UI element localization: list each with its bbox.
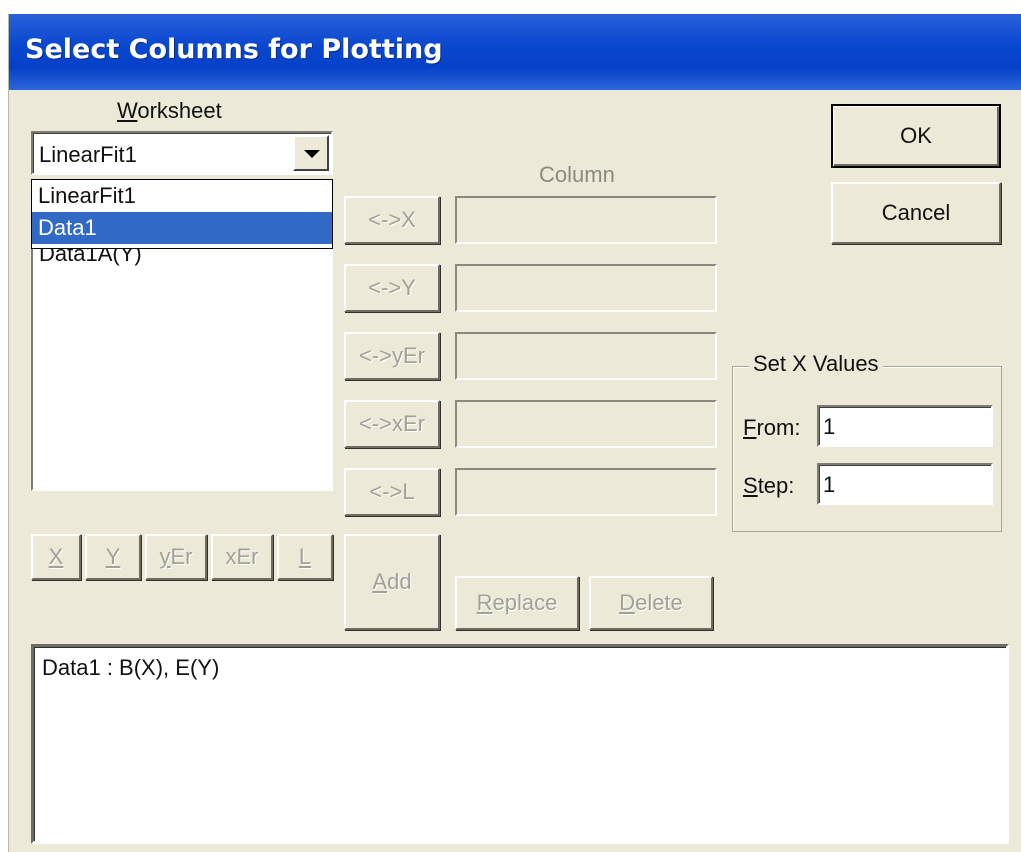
column-l-field [455,468,717,516]
assign-l-button[interactable]: <->L [344,468,440,516]
ok-button[interactable]: OK [831,104,1001,168]
column-x-field [455,196,717,244]
step-input[interactable]: 1 [817,463,993,505]
dialog-title: Select Columns for Plotting [25,34,443,65]
worksheet-selected-value: LinearFit1 [39,142,137,167]
worksheet-select[interactable]: LinearFit1 [31,131,333,175]
type-xerr-button[interactable]: xEr [211,534,273,580]
step-label: Step: [743,473,795,498]
type-l-button[interactable]: L [277,534,333,580]
from-label: From: [743,415,801,440]
worksheet-dropdown-list: LinearFit1 Data1 [31,179,333,249]
worksheet-label: Worksheet [117,98,222,123]
set-x-values-legend: Set X Values [749,351,883,377]
replace-button[interactable]: Replace [455,576,579,630]
title-bar[interactable]: Select Columns for Plotting [9,14,1021,90]
cancel-button[interactable]: Cancel [831,182,1001,244]
chevron-down-icon[interactable] [293,135,329,171]
column-y-field [455,264,717,312]
dropdown-option-linearfit1[interactable]: LinearFit1 [32,180,332,212]
type-yerr-button[interactable]: y Er [145,534,207,580]
assign-xerr-button[interactable]: <->xEr [344,400,440,448]
assign-y-button[interactable]: <->Y [344,264,440,312]
from-input[interactable]: 1 [817,405,993,447]
select-columns-dialog: Select Columns for Plotting Worksheet Da… [8,14,1021,852]
dropdown-option-data1[interactable]: Data1 [32,212,332,244]
column-xerr-field [455,400,717,448]
delete-button[interactable]: Delete [589,576,713,630]
plot-summary-box[interactable]: Data1 : B(X), E(Y) [31,644,1009,844]
type-y-button[interactable]: Y [85,534,141,580]
assign-yerr-button[interactable]: <->yEr [344,332,440,380]
type-x-button[interactable]: X [31,534,81,580]
set-x-values-group: Set X Values From: 1 Step: 1 [732,351,1002,532]
add-button[interactable]: Add [344,534,440,630]
column-yerr-field [455,332,717,380]
assign-x-button[interactable]: <->X [344,196,440,244]
summary-line: Data1 : B(X), E(Y) [42,655,220,680]
column-header: Column [539,162,615,187]
